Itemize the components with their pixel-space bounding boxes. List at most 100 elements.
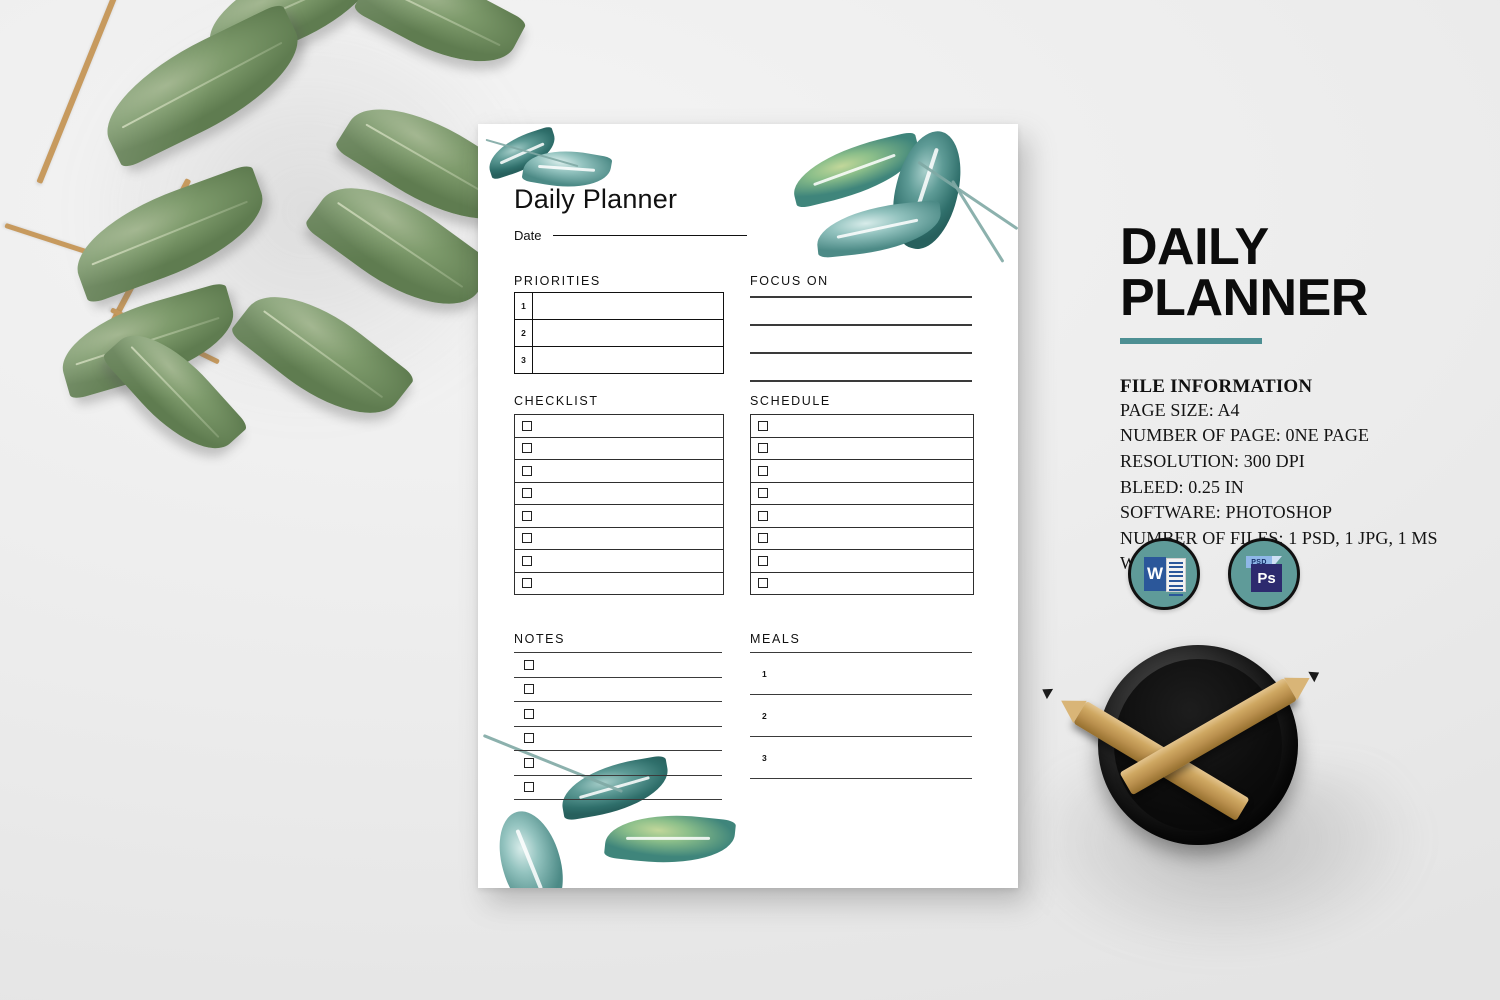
checkbox-icon[interactable] bbox=[524, 708, 534, 719]
pencil-cup bbox=[1039, 645, 1323, 863]
checkbox-icon[interactable] bbox=[758, 420, 768, 431]
photoshop-psd-icon: PSD Ps bbox=[1244, 556, 1284, 592]
list-item[interactable] bbox=[515, 459, 723, 482]
schedule-box[interactable] bbox=[750, 414, 974, 595]
priority-input[interactable] bbox=[533, 293, 723, 319]
schedule-heading: SCHEDULE bbox=[750, 394, 831, 408]
psd-letter: Ps bbox=[1251, 564, 1282, 592]
checkbox-icon[interactable] bbox=[758, 533, 768, 544]
list-item[interactable] bbox=[514, 702, 722, 727]
checkbox-icon[interactable] bbox=[524, 659, 534, 670]
checkbox-icon[interactable] bbox=[522, 533, 532, 544]
focus-on-heading: FOCUS ON bbox=[750, 274, 829, 288]
meal-number: 2 bbox=[762, 710, 767, 721]
meals-heading: MEALS bbox=[750, 632, 801, 646]
info-title-line2: PLANNER bbox=[1120, 268, 1368, 327]
word-document-glyph bbox=[1166, 558, 1186, 596]
list-item[interactable] bbox=[751, 481, 973, 505]
checklist-box[interactable] bbox=[514, 414, 724, 595]
file-information-item: BLEED: 0.25 IN bbox=[1120, 476, 1244, 497]
ms-word-icon: W bbox=[1144, 557, 1186, 596]
watercolor-leaf-icon bbox=[488, 804, 574, 888]
info-title-line1: DAILY bbox=[1120, 218, 1269, 276]
file-information-item: NUMBER OF PAGE: 0NE PAGE bbox=[1120, 425, 1370, 446]
priority-number: 2 bbox=[515, 320, 533, 346]
list-item[interactable] bbox=[514, 678, 722, 702]
date-field-row[interactable]: Date bbox=[514, 228, 748, 243]
list-item[interactable] bbox=[514, 776, 722, 800]
priority-number: 3 bbox=[515, 347, 533, 373]
focus-on-line[interactable] bbox=[750, 324, 972, 326]
checkbox-icon[interactable] bbox=[522, 488, 532, 499]
focus-on-line[interactable] bbox=[750, 380, 972, 382]
list-item[interactable] bbox=[514, 727, 722, 751]
priority-input[interactable] bbox=[533, 347, 723, 373]
table-row[interactable]: 3 bbox=[515, 346, 723, 373]
checkbox-icon[interactable] bbox=[522, 555, 532, 566]
priorities-heading: PRIORITIES bbox=[514, 274, 601, 288]
list-item[interactable] bbox=[515, 481, 723, 505]
list-item[interactable]: 3 bbox=[750, 737, 972, 779]
list-item[interactable]: 2 bbox=[750, 695, 972, 737]
list-item[interactable]: 1 bbox=[750, 653, 972, 695]
list-item[interactable] bbox=[751, 504, 973, 527]
priorities-table[interactable]: 1 2 3 bbox=[514, 292, 724, 374]
planner-title: Daily Planner bbox=[514, 184, 678, 214]
photoshop-badge[interactable]: PSD Ps bbox=[1228, 538, 1300, 610]
checklist-heading: CHECKLIST bbox=[514, 394, 599, 408]
watercolor-leaf-icon bbox=[603, 807, 737, 871]
checkbox-icon[interactable] bbox=[522, 443, 532, 454]
list-item[interactable] bbox=[751, 526, 973, 550]
list-item[interactable] bbox=[515, 436, 723, 460]
list-item[interactable] bbox=[515, 549, 723, 572]
info-panel: DAILY PLANNER FILE INFORMATION PAGE SIZE… bbox=[1120, 218, 1480, 577]
list-item[interactable] bbox=[514, 751, 722, 776]
file-information-item: SOFTWARE: PHOTOSHOP bbox=[1120, 502, 1333, 523]
focus-on-line[interactable] bbox=[750, 296, 972, 298]
notes-heading: NOTES bbox=[514, 632, 566, 646]
checkbox-icon[interactable] bbox=[758, 465, 768, 476]
meal-number: 3 bbox=[762, 752, 767, 763]
word-letter: W bbox=[1144, 557, 1166, 591]
list-item[interactable] bbox=[751, 459, 973, 482]
list-item[interactable] bbox=[515, 415, 723, 437]
date-write-line[interactable] bbox=[553, 234, 748, 237]
checkbox-icon[interactable] bbox=[758, 488, 768, 499]
checkbox-icon[interactable] bbox=[522, 465, 532, 476]
table-row[interactable]: 1 bbox=[515, 293, 723, 319]
meals-box[interactable]: 1 2 3 bbox=[750, 652, 972, 779]
notes-box[interactable] bbox=[514, 652, 722, 800]
priority-number: 1 bbox=[515, 293, 533, 319]
checkbox-icon[interactable] bbox=[758, 443, 768, 454]
list-item[interactable] bbox=[515, 504, 723, 527]
priority-input[interactable] bbox=[533, 320, 723, 346]
checkbox-icon[interactable] bbox=[522, 510, 532, 521]
checkbox-icon[interactable] bbox=[524, 757, 534, 768]
checkbox-icon[interactable] bbox=[524, 684, 534, 695]
checkbox-icon[interactable] bbox=[522, 578, 532, 589]
list-item[interactable] bbox=[751, 415, 973, 437]
list-item[interactable] bbox=[515, 526, 723, 550]
checkbox-icon[interactable] bbox=[758, 555, 768, 566]
date-label: Date bbox=[514, 228, 542, 243]
file-information-item: RESOLUTION: 300 DPI bbox=[1120, 451, 1305, 471]
list-item[interactable] bbox=[751, 436, 973, 460]
list-item[interactable] bbox=[751, 571, 973, 595]
watercolor-leaf-icon bbox=[482, 125, 562, 181]
focus-on-line[interactable] bbox=[750, 352, 972, 354]
list-item[interactable] bbox=[515, 571, 723, 595]
checkbox-icon[interactable] bbox=[758, 510, 768, 521]
watercolor-leaf-icon bbox=[786, 130, 926, 210]
ms-word-badge[interactable]: W bbox=[1128, 538, 1200, 610]
checkbox-icon[interactable] bbox=[522, 420, 532, 431]
software-badges: W PSD Ps bbox=[1128, 538, 1300, 610]
file-information-heading: FILE INFORMATION bbox=[1120, 375, 1313, 397]
checkbox-icon[interactable] bbox=[524, 733, 534, 744]
file-information-item: PAGE SIZE: A4 bbox=[1120, 399, 1240, 420]
list-item[interactable] bbox=[514, 653, 722, 678]
checkbox-icon[interactable] bbox=[758, 578, 768, 589]
table-row[interactable]: 2 bbox=[515, 319, 723, 346]
checkbox-icon[interactable] bbox=[524, 782, 534, 793]
accent-bar bbox=[1120, 337, 1262, 344]
list-item[interactable] bbox=[751, 549, 973, 572]
